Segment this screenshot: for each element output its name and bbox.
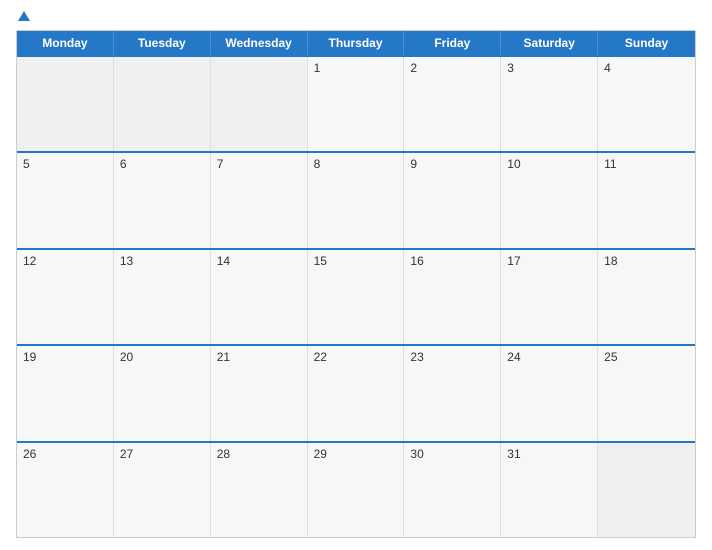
day-number: 18 bbox=[604, 254, 689, 268]
day-number: 23 bbox=[410, 350, 494, 364]
day-number: 26 bbox=[23, 447, 107, 461]
day-number: 13 bbox=[120, 254, 204, 268]
calendar-day-6: 6 bbox=[114, 153, 211, 247]
day-header-sunday: Sunday bbox=[598, 31, 695, 55]
calendar-day-16: 16 bbox=[404, 250, 501, 344]
day-number: 20 bbox=[120, 350, 204, 364]
calendar-day-25: 25 bbox=[598, 346, 695, 440]
calendar-day-4: 4 bbox=[598, 57, 695, 151]
day-number: 9 bbox=[410, 157, 494, 171]
day-number: 4 bbox=[604, 61, 689, 75]
day-number: 11 bbox=[604, 157, 689, 171]
calendar-header: MondayTuesdayWednesdayThursdayFridaySatu… bbox=[17, 31, 695, 55]
calendar-day-8: 8 bbox=[308, 153, 405, 247]
day-header-friday: Friday bbox=[404, 31, 501, 55]
day-header-saturday: Saturday bbox=[501, 31, 598, 55]
day-number: 29 bbox=[314, 447, 398, 461]
logo bbox=[16, 12, 30, 22]
day-number: 7 bbox=[217, 157, 301, 171]
day-number: 2 bbox=[410, 61, 494, 75]
calendar-day-empty bbox=[17, 57, 114, 151]
calendar-week-5: 26 27 28 29 30 31 bbox=[17, 441, 695, 537]
day-number: 3 bbox=[507, 61, 591, 75]
calendar-day-10: 10 bbox=[501, 153, 598, 247]
logo-triangle-icon bbox=[18, 11, 30, 21]
calendar-day-19: 19 bbox=[17, 346, 114, 440]
day-number: 12 bbox=[23, 254, 107, 268]
calendar-day-3: 3 bbox=[501, 57, 598, 151]
calendar-day-17: 17 bbox=[501, 250, 598, 344]
calendar-day-11: 11 bbox=[598, 153, 695, 247]
day-number: 5 bbox=[23, 157, 107, 171]
calendar-day-29: 29 bbox=[308, 443, 405, 537]
calendar-day-27: 27 bbox=[114, 443, 211, 537]
calendar-grid: MondayTuesdayWednesdayThursdayFridaySatu… bbox=[16, 30, 696, 538]
day-number: 19 bbox=[23, 350, 107, 364]
day-number: 10 bbox=[507, 157, 591, 171]
day-number: 14 bbox=[217, 254, 301, 268]
calendar-day-26: 26 bbox=[17, 443, 114, 537]
calendar-day-15: 15 bbox=[308, 250, 405, 344]
day-number: 17 bbox=[507, 254, 591, 268]
day-number: 31 bbox=[507, 447, 591, 461]
calendar-page: MondayTuesdayWednesdayThursdayFridaySatu… bbox=[0, 0, 712, 550]
calendar-day-30: 30 bbox=[404, 443, 501, 537]
calendar-week-1: 1234 bbox=[17, 55, 695, 151]
calendar-day-12: 12 bbox=[17, 250, 114, 344]
page-header bbox=[16, 12, 696, 22]
day-header-monday: Monday bbox=[17, 31, 114, 55]
calendar-body: 1234567891011121314151617181920212223242… bbox=[17, 55, 695, 537]
calendar-day-2: 2 bbox=[404, 57, 501, 151]
calendar-day-22: 22 bbox=[308, 346, 405, 440]
calendar-day-1: 1 bbox=[308, 57, 405, 151]
day-number: 6 bbox=[120, 157, 204, 171]
calendar-week-2: 56789 10 11 bbox=[17, 151, 695, 247]
day-header-tuesday: Tuesday bbox=[114, 31, 211, 55]
calendar-day-9: 9 bbox=[404, 153, 501, 247]
calendar-day-empty bbox=[114, 57, 211, 151]
day-number: 22 bbox=[314, 350, 398, 364]
calendar-day-13: 13 bbox=[114, 250, 211, 344]
day-number: 16 bbox=[410, 254, 494, 268]
day-header-wednesday: Wednesday bbox=[211, 31, 308, 55]
calendar-day-28: 28 bbox=[211, 443, 308, 537]
day-number: 30 bbox=[410, 447, 494, 461]
day-number: 15 bbox=[314, 254, 398, 268]
day-number: 27 bbox=[120, 447, 204, 461]
calendar-day-empty bbox=[598, 443, 695, 537]
calendar-day-empty bbox=[211, 57, 308, 151]
day-number: 21 bbox=[217, 350, 301, 364]
calendar-day-21: 21 bbox=[211, 346, 308, 440]
day-number: 28 bbox=[217, 447, 301, 461]
calendar-day-23: 23 bbox=[404, 346, 501, 440]
calendar-day-18: 18 bbox=[598, 250, 695, 344]
calendar-day-24: 24 bbox=[501, 346, 598, 440]
calendar-day-20: 20 bbox=[114, 346, 211, 440]
day-number: 25 bbox=[604, 350, 689, 364]
calendar-day-5: 5 bbox=[17, 153, 114, 247]
day-number: 1 bbox=[314, 61, 398, 75]
calendar-week-3: 12 13 14 15 16 17 18 bbox=[17, 248, 695, 344]
day-number: 24 bbox=[507, 350, 591, 364]
day-header-thursday: Thursday bbox=[308, 31, 405, 55]
calendar-week-4: 19 20 21 22 23 24 25 bbox=[17, 344, 695, 440]
day-number: 8 bbox=[314, 157, 398, 171]
calendar-day-31: 31 bbox=[501, 443, 598, 537]
calendar-day-7: 7 bbox=[211, 153, 308, 247]
calendar-day-14: 14 bbox=[211, 250, 308, 344]
